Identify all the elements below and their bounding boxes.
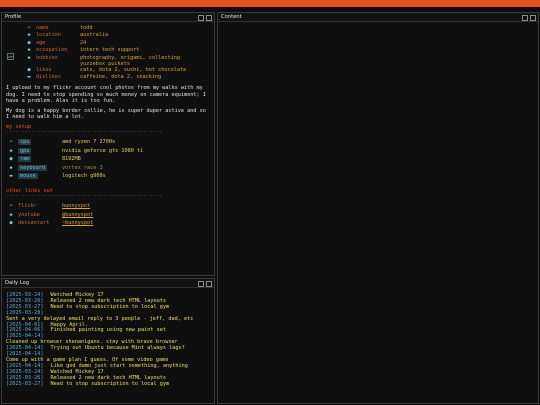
- setup-value: amd ryzen 7 2700x: [62, 139, 116, 146]
- field-key: location: [36, 32, 61, 39]
- setup-value: 8192MB: [62, 156, 81, 163]
- scissors-icon: ✂: [9, 203, 13, 210]
- field-value: 24: [80, 39, 87, 46]
- link-row: ✂ flickr bunnyspot: [6, 203, 95, 211]
- link-key: flickr: [18, 203, 37, 210]
- link-text[interactable]: @bunnyspot: [62, 212, 93, 218]
- setup-key: mouse: [16, 172, 60, 181]
- minimize-button[interactable]: [198, 280, 204, 287]
- field-key: occupation: [36, 47, 68, 54]
- field-value: intern tech support: [80, 47, 140, 54]
- setup-key-label: mouse: [18, 172, 38, 179]
- broken-image-icon: [7, 53, 14, 60]
- profile-panel-header: Profile: [2, 13, 214, 22]
- bio-paragraph-1: I upload to my flickr account cool photo…: [6, 85, 206, 104]
- profile-panel: Profile ✂ name todd ◆ location australia ● age 2…: [1, 12, 215, 276]
- setup-row: ▬ mouse logitech g900s: [6, 172, 145, 181]
- setup-row: ◆ gpu nvidia geforce gtx 1080 ti: [6, 147, 145, 156]
- field-row: ◆ occupation intern tech support: [24, 47, 208, 54]
- scissors-icon: ✂: [27, 25, 31, 31]
- log-text: Need to stop subscription to local gym: [50, 303, 170, 310]
- dot-icon: ●: [9, 220, 13, 227]
- content-panel-header: Content: [218, 13, 538, 22]
- field-key: age: [36, 39, 46, 46]
- links-list: ✂ flickr bunnyspot ◆ youtube @bunnyspot ● devia…: [6, 203, 95, 228]
- setup-key: cpu: [16, 139, 60, 147]
- field-value: caffeine, dota 2, snacking: [80, 73, 162, 80]
- link-key: youtube: [18, 211, 40, 218]
- maximize-button[interactable]: [206, 280, 212, 287]
- setup-key-label: keyboard: [18, 164, 47, 171]
- link-value[interactable]: ~bunnyspot: [60, 220, 95, 228]
- setup-key-label: gpu: [18, 147, 32, 154]
- field-key: dislikes: [36, 73, 61, 80]
- diamond-icon: ◆: [9, 147, 13, 154]
- field-key: hobbies: [36, 54, 58, 61]
- minimize-button[interactable]: [198, 14, 204, 21]
- field-row: ◆ hobbies photography, origami, collecting…: [24, 55, 208, 67]
- link-value[interactable]: @bunnyspot: [60, 212, 95, 220]
- diamond-icon: ◆: [27, 54, 31, 61]
- content-panel: Content: [217, 12, 539, 404]
- maximize-button[interactable]: [206, 14, 212, 21]
- bar-icon: ▬: [9, 172, 13, 179]
- field-key: likes: [36, 66, 52, 73]
- bar-icon: ▬: [27, 73, 31, 80]
- setup-list: ✂ cpu amd ryzen 7 2700x ◆ gpu nvidia geforce …: [6, 139, 145, 181]
- dot-icon: ●: [27, 66, 31, 73]
- setup-row: ◆ keyboard vortex race 3: [6, 164, 145, 173]
- link-row: ● deviantart ~bunnyspot: [6, 220, 95, 228]
- log-entry: [2025-03-27] Need to stop subscription to…: [2, 380, 214, 388]
- field-row: ✂ name todd: [24, 25, 208, 32]
- log-date: [2025-03-27]: [6, 380, 44, 387]
- daily-log-header: Daily Log: [2, 279, 214, 288]
- scissors-icon: ✂: [9, 139, 13, 146]
- link-row: ◆ youtube @bunnyspot: [6, 212, 95, 220]
- field-value: cats, dota 2, sushi, hot chocolate: [80, 66, 187, 73]
- field-value: todd: [80, 25, 93, 31]
- log-text: Finished painting using new paint set: [50, 327, 167, 334]
- daily-log-list: [2025-03-24] Watched Mickey 17 [2025-03-26…: [2, 288, 214, 388]
- setup-key: ram: [16, 156, 60, 164]
- link-value[interactable]: bunnyspot: [60, 203, 95, 211]
- top-accent-bar: [0, 0, 540, 7]
- field-row: ● likes cats, dota 2, sushi, hot chocolate: [24, 67, 208, 74]
- bio-paragraph-2: My dog is a happy border collie, he is s…: [6, 107, 206, 121]
- diamond-icon: ◆: [27, 32, 31, 39]
- setup-row: ✂ cpu amd ryzen 7 2700x: [6, 139, 145, 147]
- setup-value: vortex race 3: [62, 164, 103, 171]
- field-row: ◆ location australia: [24, 32, 208, 39]
- field-row: ▬ dislikes caffeine, dota 2, snacking: [24, 74, 208, 81]
- profile-panel-title: Profile: [5, 14, 22, 20]
- setup-row: ● ram 8192MB: [6, 156, 145, 164]
- profile-body: ✂ name todd ◆ location australia ● age 24 ◆ occupa…: [2, 25, 214, 228]
- link-key: deviantart: [18, 220, 50, 227]
- setup-value: nvidia geforce gtx 1080 ti: [62, 147, 144, 154]
- minimize-button[interactable]: [522, 14, 528, 21]
- maximize-button[interactable]: [530, 14, 536, 21]
- dot-icon: ●: [9, 156, 13, 163]
- field-value: australia: [80, 32, 109, 39]
- daily-log-panel: Daily Log [2025-03-24] Watched Mickey 17[…: [1, 278, 215, 404]
- profile-fields: ✂ name todd ◆ location australia ● age 24 ◆ occupa…: [24, 25, 208, 81]
- setup-key: keyboard: [16, 164, 60, 173]
- diamond-icon: ◆: [9, 164, 13, 171]
- link-text[interactable]: ~bunnyspot: [62, 220, 93, 226]
- field-key: name: [36, 25, 49, 31]
- setup-key: gpu: [16, 147, 60, 156]
- log-text: Trying out Ubuntu because Mint always la…: [50, 345, 185, 352]
- link-text[interactable]: bunnyspot: [62, 203, 90, 209]
- content-panel-title: Content: [221, 14, 242, 20]
- field-row: ● age 24: [24, 40, 208, 47]
- log-text: Need to stop subscription to local gym: [50, 380, 170, 387]
- diamond-icon: ◆: [9, 211, 13, 218]
- diamond-icon: ◆: [27, 47, 31, 54]
- dot-icon: ●: [27, 39, 31, 46]
- setup-key-label: ram: [18, 156, 32, 163]
- setup-key-label: cpu: [18, 139, 32, 146]
- daily-log-title: Daily Log: [5, 280, 30, 286]
- setup-value: logitech g900s: [62, 172, 106, 179]
- field-value: photography, origami, collecting yuzzebo…: [80, 54, 180, 67]
